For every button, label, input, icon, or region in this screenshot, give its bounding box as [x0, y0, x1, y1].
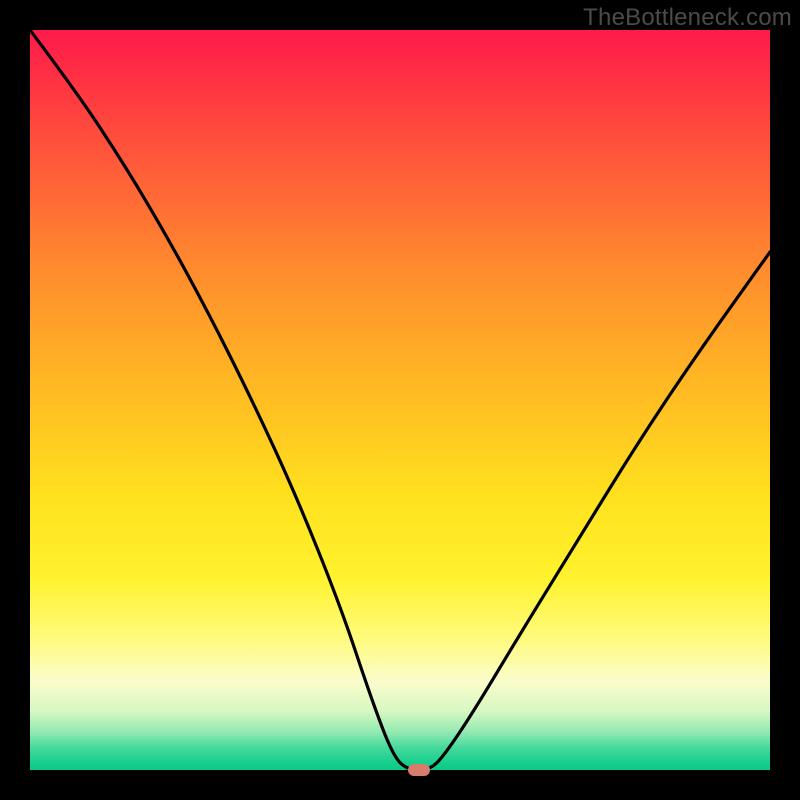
optimal-point-marker — [408, 764, 430, 776]
chart-svg — [30, 30, 770, 770]
chart-frame: TheBottleneck.com — [0, 0, 800, 800]
chart-plot-area — [30, 30, 770, 770]
watermark-text: TheBottleneck.com — [583, 4, 792, 32]
bottleneck-curve — [30, 30, 770, 770]
